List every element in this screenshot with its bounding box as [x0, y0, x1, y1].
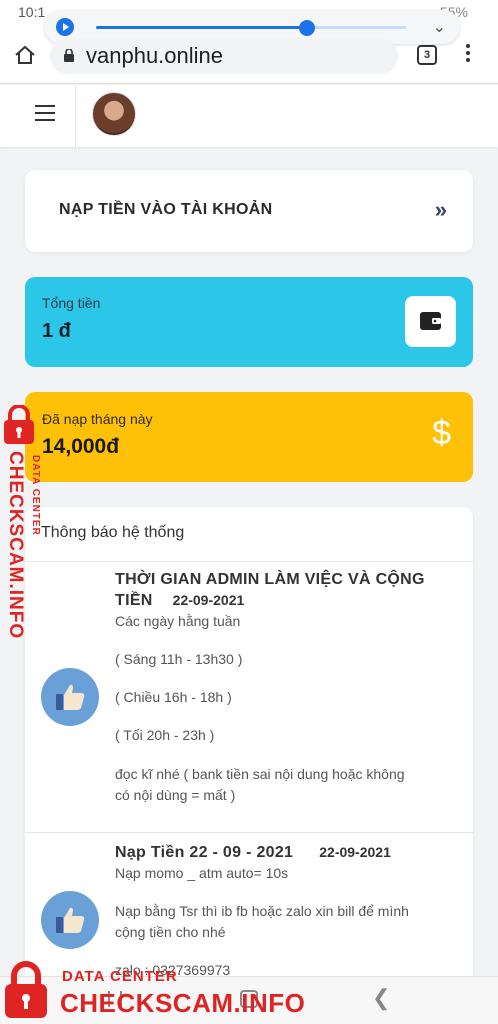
- notice-post: THỜI GIAN ADMIN LÀM VIỆC VÀ CỘNG TIỀN 22-…: [25, 561, 473, 833]
- monthly-label: Đã nạp tháng này: [42, 411, 153, 427]
- post-date: 22-09-2021: [319, 844, 391, 860]
- chevron-down-icon[interactable]: ⌄: [433, 17, 446, 37]
- url-text: vanphu.online: [86, 43, 224, 68]
- home-icon[interactable]: [14, 44, 36, 66]
- post-title: THỜI GIAN ADMIN LÀM VIỆC VÀ CỘNG: [115, 571, 425, 588]
- deposit-title: NẠP TIỀN VÀO TÀI KHOẢN: [59, 201, 273, 218]
- post-title-line2: TIỀN: [115, 592, 153, 609]
- watermark-tagline: DATA CENTER: [30, 455, 41, 536]
- balance-label: Tổng tiền: [42, 295, 101, 311]
- notice-card: Thông báo hệ thống THỜI GIAN ADMIN LÀM V…: [25, 507, 473, 1024]
- thumbs-up-icon: [41, 668, 99, 726]
- post-text: cộng tiền cho nhé: [115, 924, 226, 940]
- post-text: ( Tối 20h - 23h ): [115, 727, 215, 743]
- avatar[interactable]: [92, 92, 136, 136]
- media-progress-track[interactable]: [96, 20, 406, 36]
- lock-icon: [64, 49, 74, 62]
- app-header: [0, 85, 498, 147]
- watermark-tagline: DATA CENTER: [62, 968, 178, 985]
- post-text: Nạp momo _ atm auto= 10s: [115, 865, 289, 881]
- watermark-brand: CHECKSCAM.INFO: [60, 988, 306, 1018]
- browser-chrome: 10:1 55% ⌄ vanphu.online 3: [0, 0, 498, 84]
- post-title-continued: TIỀN 22-09-2021: [115, 590, 445, 611]
- wallet-icon: [420, 312, 441, 330]
- post-date: 22-09-2021: [172, 592, 245, 608]
- watermark-brand: CHECKSCAM.INFO: [5, 451, 26, 640]
- notice-title: Thông báo hệ thống: [41, 524, 185, 541]
- watermark-lock-icon: [4, 405, 34, 444]
- post-text: Các ngày hằng tuần: [115, 613, 241, 629]
- balance-value: 1 đ: [42, 320, 71, 342]
- post-text: có nội dùng = mất ): [115, 787, 236, 803]
- deposit-card[interactable]: NẠP TIỀN VÀO TÀI KHOẢN »: [25, 170, 473, 252]
- watermark-lock-icon: [5, 961, 47, 1018]
- post-text: ( Sáng 11h - 13h30 ): [115, 651, 243, 667]
- double-chevron-right-icon[interactable]: »: [435, 197, 447, 223]
- thumbs-up-icon: [41, 891, 99, 949]
- more-menu-icon[interactable]: [466, 44, 470, 66]
- media-progress-fill: [96, 26, 307, 29]
- post-title-row: Nạp Tiền 22 - 09 - 2021 22-09-2021: [115, 842, 455, 863]
- play-icon[interactable]: [56, 18, 74, 36]
- post-text: Nạp bằng Tsr thì ib fb hoặc zalo xin bil…: [115, 903, 409, 919]
- balance-card: Tổng tiền 1 đ: [25, 277, 473, 367]
- tab-switcher-button[interactable]: 3: [417, 45, 437, 65]
- wallet-button[interactable]: [405, 296, 456, 347]
- media-progress-knob[interactable]: [298, 20, 315, 36]
- monthly-deposit-card: Đã nạp tháng này 14,000đ $: [25, 392, 473, 482]
- post-text: ( Chiều 16h - 18h ): [115, 689, 232, 705]
- header-divider: [75, 85, 76, 147]
- url-bar[interactable]: vanphu.online: [50, 38, 398, 74]
- watermark-bottom: DATA CENTER CHECKSCAM.INFO: [0, 958, 305, 1024]
- back-icon[interactable]: ❮: [372, 985, 390, 1011]
- dollar-icon: $: [432, 414, 451, 452]
- status-time: 10:1: [18, 4, 46, 20]
- hamburger-menu-icon[interactable]: [35, 105, 55, 121]
- watermark-side: CHECKSCAM.INFO DATA CENTER: [0, 405, 50, 655]
- post-title: Nạp Tiền 22 - 09 - 2021: [115, 844, 294, 861]
- post-text: đọc kĩ nhé ( bank tiền sai nội dung hoặc…: [115, 766, 405, 782]
- monthly-value: 14,000đ: [42, 435, 120, 458]
